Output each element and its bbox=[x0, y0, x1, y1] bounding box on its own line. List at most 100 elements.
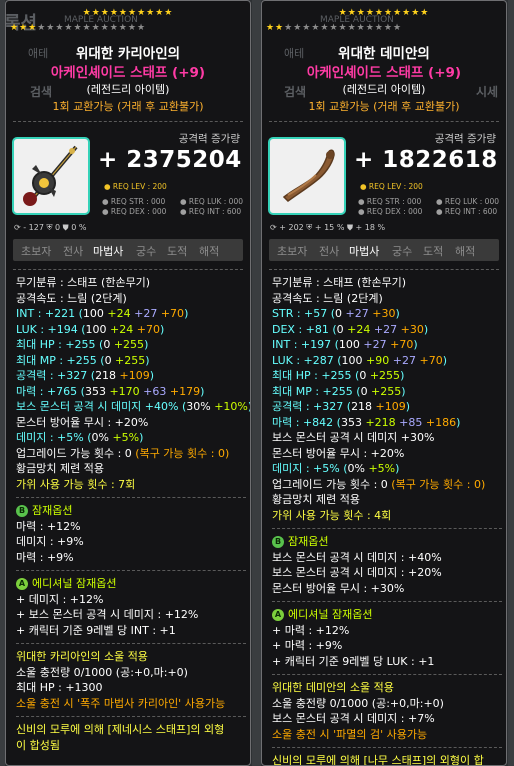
divider bbox=[13, 121, 243, 122]
potential-line: 마력 : +9% bbox=[16, 550, 74, 564]
job-beginner: 초보자 bbox=[21, 245, 52, 258]
stat-segment: ) bbox=[139, 431, 144, 444]
req-luk: ● REQ LUK : 000 bbox=[180, 197, 243, 206]
stat-segment: ) bbox=[149, 369, 155, 382]
stat-segment: +70 bbox=[133, 322, 160, 336]
job-beginner: 초보자 bbox=[277, 245, 308, 258]
attack-increase-caption: 공격력 증가량 bbox=[434, 133, 496, 145]
item-title-name: 아케인셰이드 스태프 (+9) bbox=[50, 65, 206, 81]
stat-segment: 100 bbox=[82, 307, 104, 320]
star-force-row-2: ★★★★★★★★★★★★★★★ bbox=[9, 23, 147, 33]
stat-line: 몬스터 방어율 무시 : +20% bbox=[272, 446, 502, 462]
stat-line: 보스 몬스터 공격 시 데미지 +40% (30% +10%) bbox=[16, 399, 250, 415]
stat-segment: (복구 가능 횟수 : 0) bbox=[391, 477, 486, 491]
stat-line: 데미지 : +5% (0% +5%) bbox=[16, 430, 246, 446]
stat-segment: 218 bbox=[95, 369, 117, 382]
stat-segment: 무기분류 : 스태프 (한손무기) bbox=[16, 276, 151, 289]
stat-segment: ) bbox=[184, 307, 189, 320]
stat-segment: 최대 HP : +255 ( bbox=[16, 338, 104, 351]
item-grade: (레전드리 아이템) bbox=[342, 83, 426, 96]
divider bbox=[269, 269, 499, 270]
stat-line: 공격속도 : 느림 (2단계) bbox=[16, 291, 246, 307]
attack-increase-value: + 1822618 bbox=[354, 147, 498, 173]
stat-segment: 100 bbox=[341, 353, 363, 367]
item-grade: (레전드리 아이템) bbox=[86, 83, 170, 96]
stat-line: 업그레이드 가능 횟수 : 0 (복구 가능 횟수 : 0) bbox=[272, 477, 502, 493]
stat-segment: +255 bbox=[111, 353, 146, 367]
arcane-staff-icon bbox=[23, 145, 78, 206]
stat-segment: +27 bbox=[342, 307, 369, 320]
background-panel bbox=[508, 0, 514, 766]
additional-line: + 데미지 : +12% bbox=[16, 592, 104, 606]
soul-skill: 소울 충전 시 '파멸의 검' 사용가능 bbox=[272, 727, 428, 741]
additional-line: + 마력 : +9% bbox=[272, 639, 343, 652]
star-force-row-1: ★★★★★★★★★★ bbox=[82, 8, 174, 18]
req-dex: ● REQ DEX : 000 bbox=[102, 207, 167, 216]
stat-segment: 최대 MP : +255 ( bbox=[272, 384, 361, 398]
job-magician: 마법사 bbox=[93, 245, 124, 258]
stat-segment: DEX : +81 ( bbox=[272, 322, 337, 336]
stat-segment: +30 bbox=[368, 307, 396, 320]
divider bbox=[269, 121, 499, 122]
stat-segment: 100 bbox=[85, 322, 107, 336]
potential-line: 마력 : +12% bbox=[16, 519, 81, 533]
stat-segment: ) bbox=[248, 400, 250, 413]
stat-segment: +109 bbox=[116, 369, 150, 382]
stat-line: STR : +57 (0 +27 +30) bbox=[272, 306, 502, 322]
stat-segment: +10% bbox=[210, 400, 248, 413]
stat-segment: +63 bbox=[139, 384, 167, 398]
mystic-anvil-section: 신비의 모루에 의해 [제네시스 스태프]의 외형 이 합성됨 bbox=[16, 716, 246, 753]
job-restriction-bar: 초보자 전사 마법사 궁수 도적 해적 bbox=[13, 239, 243, 261]
additional-line: + 마력 : +12% bbox=[272, 623, 350, 637]
stat-segment: +179 bbox=[166, 384, 201, 398]
stat-segment: ) bbox=[442, 353, 447, 367]
stat-line: 가위 사용 가능 횟수 : 7회 bbox=[16, 477, 246, 493]
job-bowman: 궁수 bbox=[392, 245, 413, 258]
stat-line: 공격력 : +327 (218 +109) bbox=[16, 368, 246, 384]
additional-title: 에디셔널 잠재옵션 bbox=[288, 608, 373, 621]
req-str: ● REQ STR : 000 bbox=[358, 197, 422, 206]
stat-segment: INT : +221 ( bbox=[16, 307, 83, 320]
additional-grade-badge: A bbox=[272, 608, 284, 621]
potential-line: 보스 몬스터 공격 시 데미지 : +20% bbox=[272, 566, 442, 579]
stat-line: 데미지 : +5% (0% +5%) bbox=[272, 461, 502, 477]
wooden-staff-icon bbox=[282, 149, 335, 202]
attack-increase-caption: 공격력 증가량 bbox=[178, 133, 240, 145]
stat-segment: +85 bbox=[395, 415, 423, 429]
stat-segment: +27 bbox=[389, 353, 416, 367]
job-pirate: 해적 bbox=[199, 245, 220, 258]
stat-segment: ) bbox=[395, 462, 400, 475]
stat-segment: ) bbox=[456, 415, 461, 429]
stat-segment: 공격속도 : 느림 (2단계) bbox=[272, 291, 383, 305]
stat-segment: +170 bbox=[105, 384, 140, 398]
stat-segment: 업그레이드 가능 횟수 : 0 bbox=[16, 446, 136, 460]
stat-segment: LUK : +287 ( bbox=[272, 353, 342, 367]
stat-segment: +218 bbox=[361, 415, 396, 429]
stat-line: 무기분류 : 스태프 (한손무기) bbox=[272, 275, 502, 291]
soul-section: 위대한 데미안의 소울 적용 소울 충전량 0/1000 (공:+0,마:+0)… bbox=[272, 674, 502, 742]
stat-segment: ) bbox=[423, 322, 429, 336]
stat-segment: 공격력 : +327 ( bbox=[272, 400, 352, 413]
stat-segment: 최대 HP : +255 ( bbox=[272, 369, 360, 382]
additional-line: + 캐릭터 기준 9레벨 당 INT : +1 bbox=[16, 623, 176, 637]
stat-segment: 0 bbox=[336, 322, 344, 336]
attack-increase-value: + 2375204 bbox=[98, 147, 242, 173]
stat-segment: 무기분류 : 스태프 (한손무기) bbox=[272, 276, 407, 289]
job-magician: 마법사 bbox=[349, 245, 380, 258]
stat-segment: +70 bbox=[386, 338, 414, 351]
additional-grade-badge: A bbox=[16, 577, 28, 590]
comparison-stats: ⟳ - 127 ⛨ 0 ⛊ 0 % bbox=[14, 223, 87, 232]
item-stats: 무기분류 : 스태프 (한손무기) 공격속도 : 느림 (2단계) INT : +2… bbox=[16, 275, 250, 753]
stat-segment: 보스 몬스터 공격 시 데미지 +30% bbox=[272, 431, 435, 444]
stat-segment: +70 bbox=[157, 307, 185, 320]
job-restriction-bar: 초보자 전사 마법사 궁수 도적 해적 bbox=[269, 239, 499, 261]
stat-segment: 0 bbox=[335, 307, 343, 320]
stat-line: 황금망치 제련 적용 bbox=[16, 461, 246, 477]
job-bowman: 궁수 bbox=[136, 245, 157, 258]
potential-line: 보스 몬스터 공격 시 데미지 : +40% bbox=[272, 550, 442, 564]
stat-segment: ) bbox=[200, 384, 205, 398]
mystic-anvil-section: 신비의 모루에 의해 [나무 스태프]의 외형이 합 bbox=[272, 747, 502, 765]
stat-segment: 데미지 : +5% ( bbox=[272, 462, 348, 475]
stat-segment: 0 bbox=[104, 353, 112, 367]
stat-segment: +255 bbox=[110, 338, 145, 351]
